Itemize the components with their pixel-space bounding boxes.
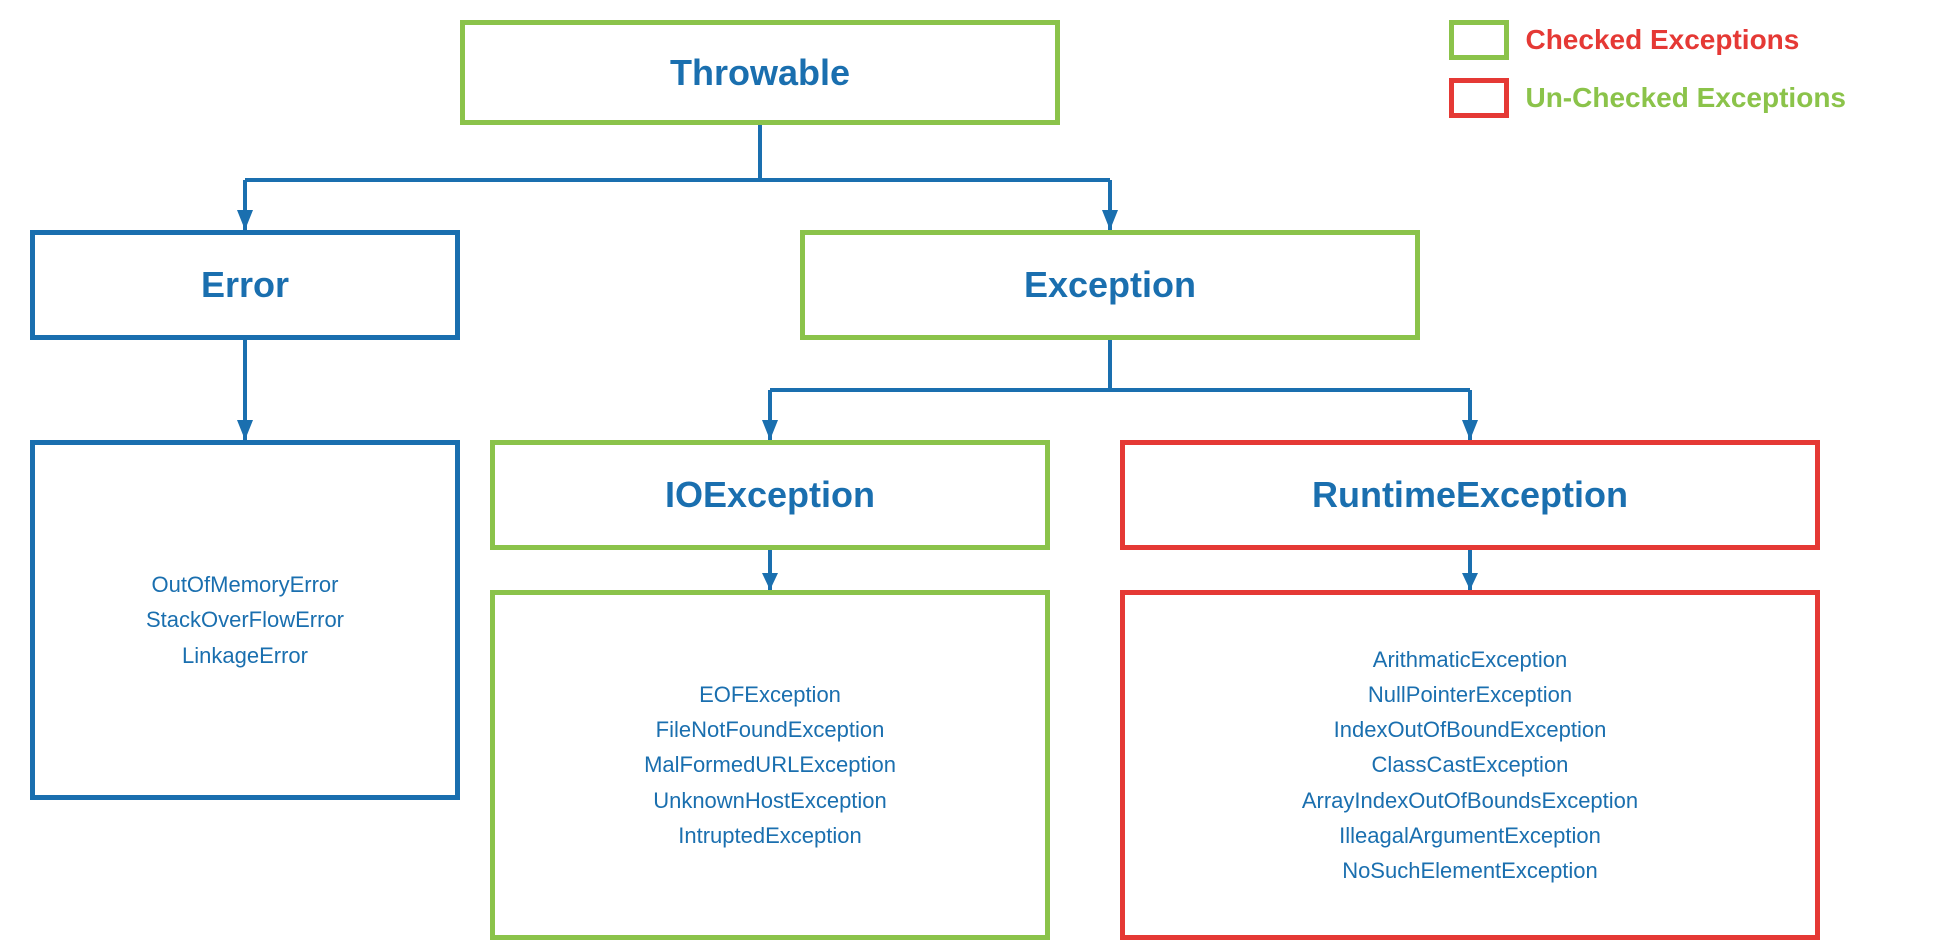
ioexception-label: IOException: [665, 474, 875, 516]
error-label: Error: [201, 264, 289, 306]
error-children-box: OutOfMemoryErrorStackOverFlowErrorLinkag…: [30, 440, 460, 800]
legend-unchecked-label: Un-Checked Exceptions: [1525, 82, 1846, 114]
exception-label: Exception: [1024, 264, 1196, 306]
legend-checked-box: [1449, 20, 1509, 60]
runtimeexception-children-box: ArithmaticExceptionNullPointerExceptionI…: [1120, 590, 1820, 940]
runtimeexception-children-label: ArithmaticExceptionNullPointerExceptionI…: [1302, 642, 1638, 888]
ioexception-node: IOException: [490, 440, 1050, 550]
legend-checked-label: Checked Exceptions: [1525, 24, 1799, 56]
legend-unchecked-item: Un-Checked Exceptions: [1449, 78, 1846, 118]
runtimeexception-node: RuntimeException: [1120, 440, 1820, 550]
error-children-label: OutOfMemoryErrorStackOverFlowErrorLinkag…: [146, 567, 344, 673]
throwable-label: Throwable: [670, 52, 850, 94]
ioexception-children-label: EOFExceptionFileNotFoundExceptionMalForm…: [644, 677, 896, 853]
legend: Checked Exceptions Un-Checked Exceptions: [1449, 20, 1846, 136]
diagram-container: Throwable Error Exception OutOfMemoryErr…: [0, 0, 1946, 952]
ioexception-children-box: EOFExceptionFileNotFoundExceptionMalForm…: [490, 590, 1050, 940]
exception-node: Exception: [800, 230, 1420, 340]
legend-checked-item: Checked Exceptions: [1449, 20, 1846, 60]
runtimeexception-label: RuntimeException: [1312, 474, 1628, 516]
legend-unchecked-box: [1449, 78, 1509, 118]
throwable-node: Throwable: [460, 20, 1060, 125]
error-node: Error: [30, 230, 460, 340]
